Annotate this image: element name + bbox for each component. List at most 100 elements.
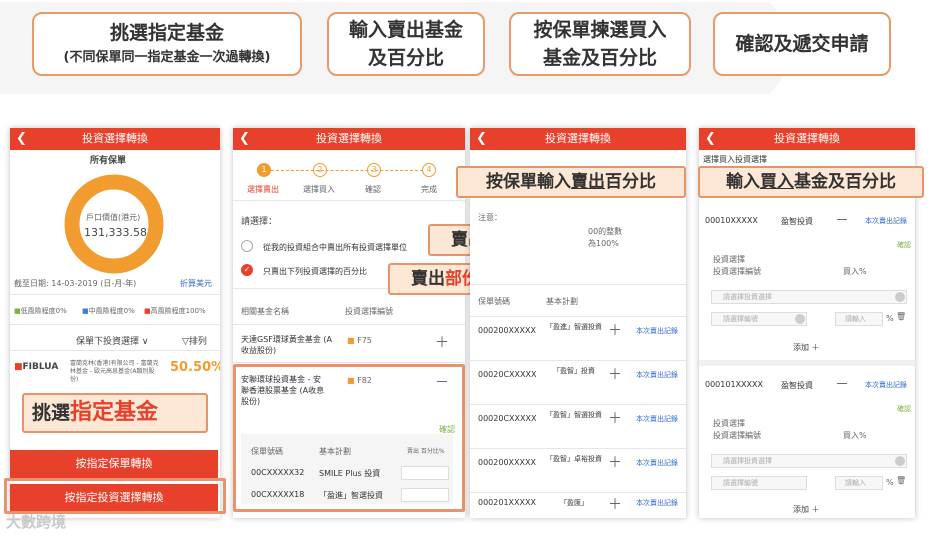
percent-sign: % [886, 478, 894, 487]
back-icon[interactable]: ❮ [16, 128, 27, 150]
back-icon[interactable]: ❮ [239, 128, 250, 150]
back-icon[interactable]: ❮ [476, 128, 487, 150]
policy-row[interactable]: 000201XXXXX 「盈匯」 ＋ 本次賣出記錄 [470, 494, 686, 518]
add-icon[interactable]: ＋ [608, 494, 622, 514]
sort-button[interactable]: ▽排列 [182, 334, 207, 347]
fund-select-label: 投資選擇 [713, 419, 745, 428]
donut-value: 131,333.58 [84, 226, 147, 239]
trash-icon[interactable]: 🗑 [896, 312, 906, 321]
divider [233, 324, 465, 325]
clear-icon[interactable] [895, 456, 905, 466]
screen-1: ❮ 投資選擇轉換 所有保單 戶口價值(港元) 131,333.58 截至日期: 1… [10, 128, 220, 518]
collapse-icon[interactable]: － [835, 374, 849, 394]
plan-name: 「盈智」投資 [553, 367, 595, 375]
clear-icon[interactable] [795, 314, 805, 324]
add-label: 添加 [793, 343, 809, 352]
policy-row[interactable]: 000200XXXXX 「盈進」智選投資 ＋ 本次賣出記錄 [470, 320, 686, 360]
buy-pct-label: 買入% [843, 431, 867, 440]
fund-row-fibrua[interactable]: ■FIBLUA 富蘭克林(香港)有限公司 - 富蘭克林基金 - 歐元高息基金(A… [10, 356, 220, 396]
fund-code-placeholder: 請選擇編號 [723, 479, 758, 487]
step-4-indicator: 4 [422, 163, 436, 177]
step-1-label: 選擇賣出 [247, 185, 279, 194]
plan-name: 「盈智」智選投資 [546, 411, 602, 419]
select-buy-label: 選擇買入投資選擇 [703, 155, 767, 164]
account-value-donut [64, 174, 164, 274]
callout-text: 輸入 [726, 172, 760, 192]
flow-step-3-line1: 按保單揀選買入 [533, 19, 667, 41]
legend-high: ■高風險程度100% [144, 306, 206, 316]
screen-3-header: ❮ 投資選擇轉換 [470, 128, 686, 150]
collapse-icon[interactable]: － [835, 210, 849, 230]
legend-high-swatch: ■ [144, 307, 151, 315]
sell-partial-radio[interactable]: ✓ [241, 264, 253, 276]
add-icon[interactable]: ＋ [608, 452, 622, 472]
watermark: 大數跨境 [6, 513, 67, 531]
policy-row[interactable]: 000200XXXXX 「盈智」卓裕投資 ＋ 本次賣出記錄 [470, 452, 686, 492]
fund-code-col: 投資選擇編號 [345, 307, 393, 316]
legend-high-label: 高風險程度100% [150, 307, 206, 315]
policy-no: 000200XXXXX [478, 458, 536, 467]
policy-row[interactable]: 00020CXXXXX 「盈智」智選投資 ＋ 本次賣出記錄 [470, 408, 686, 448]
legend-mid-swatch: ■ [82, 307, 89, 315]
callout-underline: 賣出 [571, 172, 605, 192]
back-icon[interactable]: ❮ [705, 128, 716, 150]
sell-record-link[interactable]: 本次賣出記錄 [636, 498, 678, 508]
add-icon[interactable]: ＋ [608, 364, 622, 384]
fund-percentage: 50.50% [170, 360, 220, 375]
policy-no: 000201XXXXX [478, 498, 536, 507]
plan-name: 「盈進」智選投資 [546, 323, 602, 331]
please-select-label: 請選擇： [241, 217, 278, 227]
convert-usd-link[interactable]: 折算美元 [180, 278, 212, 289]
sell-record-link[interactable]: 本次賣出記錄 [636, 370, 678, 380]
plan-name: 「盈匯」 [560, 499, 588, 507]
add-icon[interactable]: ＋ [608, 408, 622, 428]
sell-all-radio[interactable] [241, 240, 253, 252]
screen-2-header: ❮ 投資選擇轉換 [233, 128, 465, 150]
policy-no: 000200XXXXX [478, 326, 536, 335]
flow-step-2-line2: 及百分比 [367, 47, 444, 69]
divider [470, 316, 686, 317]
confirm-link[interactable]: 確認 [897, 404, 911, 414]
all-policies-label: 所有保單 [90, 156, 127, 166]
fund-code-label: 投資選擇編號 [713, 431, 761, 440]
fund-select-label: 投資選擇 [713, 255, 745, 264]
divider [470, 284, 686, 285]
callout-text: 挑選 [32, 402, 71, 424]
clear-icon[interactable] [895, 292, 905, 302]
sell-record-link[interactable]: 本次賣出記錄 [636, 414, 678, 424]
callout-enter-sell-pct: 按保單輸入賣出百分比 [456, 166, 686, 198]
policy-row[interactable]: 00020CXXXXX 「盈智」投資 ＋ 本次賣出記錄 [470, 364, 686, 404]
add-icon[interactable]: ＋ [608, 320, 622, 340]
step-2-label: 選擇買入 [303, 185, 335, 194]
header-title: 投資選擇轉換 [774, 132, 840, 145]
header-title: 投資選擇轉換 [316, 132, 382, 145]
divider [470, 492, 686, 493]
legend-mid: ■中風險程度0% [82, 306, 135, 316]
policy-filter-dropdown[interactable]: 保單下投資選擇 ∨ [76, 334, 148, 347]
add-fund-button[interactable]: 添加 ＋ [793, 342, 820, 353]
trash-icon[interactable]: 🗑 [896, 476, 906, 485]
confirm-link[interactable]: 確認 [897, 240, 911, 250]
buy-pct-placeholder: 請輸入 [845, 315, 866, 323]
sell-record-link[interactable]: 本次賣出記錄 [865, 216, 907, 226]
buy-pct-placeholder: 請輸入 [845, 479, 866, 487]
plan-col: 基本計劃 [546, 297, 578, 306]
add-fund-button[interactable]: 添加 ＋ [793, 504, 820, 515]
filter-icon: ▽ [182, 337, 189, 347]
expand-fund-1-icon[interactable]: ＋ [435, 332, 449, 352]
callout-enter-buy-fund: 輸入買入基金及百分比 [698, 166, 924, 198]
plan-name: 盈智投資 [781, 217, 813, 226]
step-4-label: 完成 [421, 185, 437, 194]
switch-by-policy-button[interactable]: 按指定保單轉換 [10, 450, 218, 478]
divider [10, 324, 220, 325]
step-3-label: 確認 [365, 185, 381, 194]
flow-step-4: 確認及遞交申請 [713, 12, 891, 76]
sell-all-label: 從我的投資組合中賣出所有投資選擇單位 [263, 243, 407, 252]
divider [470, 448, 686, 449]
fund-code-label: 投資選擇編號 [713, 267, 761, 276]
sell-record-link[interactable]: 本次賣出記錄 [636, 458, 678, 468]
sell-record-link[interactable]: 本次賣出記錄 [636, 326, 678, 336]
divider [233, 200, 465, 201]
sell-record-link[interactable]: 本次賣出記錄 [865, 380, 907, 390]
divider [470, 360, 686, 361]
